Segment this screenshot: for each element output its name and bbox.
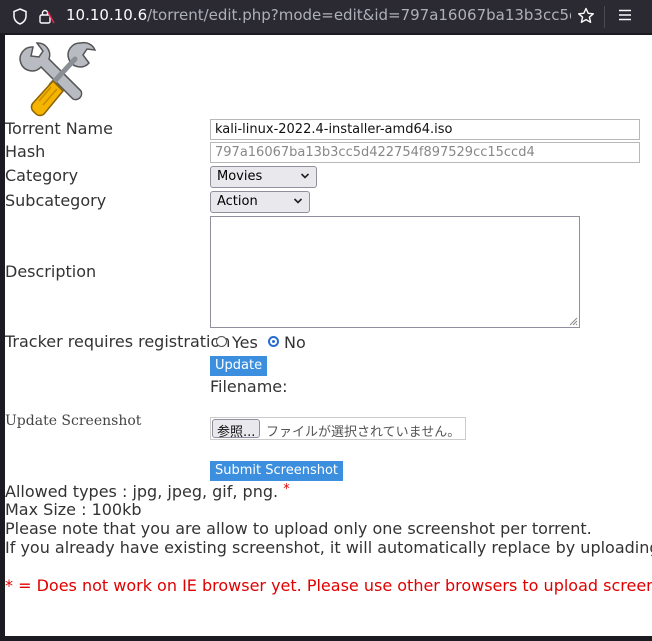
url-host: 10.10.10.6 [66, 6, 148, 24]
chevron-down-icon [300, 173, 310, 179]
description-textarea[interactable] [210, 216, 580, 328]
file-input[interactable]: 参照... ファイルが選択されていません。 [210, 417, 466, 440]
allowed-types-note: Allowed types : jpg, jpeg, gif, png. * [5, 482, 290, 501]
submit-screenshot-button[interactable]: Submit Screenshot [210, 461, 344, 481]
category-selected-value: Movies [217, 169, 263, 184]
category-select[interactable]: Movies [210, 166, 317, 188]
allowed-types-text: Allowed types : jpg, jpeg, gif, png. [5, 482, 279, 501]
wrench-screwdriver-icon [19, 41, 97, 117]
category-label: Category [5, 166, 79, 185]
chevron-down-icon [293, 198, 303, 204]
toolbar-separator [604, 6, 605, 28]
browse-button[interactable]: 参照... [212, 419, 261, 439]
filename-label: Filename: [210, 377, 288, 396]
tracker-yes-radio[interactable] [216, 336, 227, 347]
ie-warning-note: * = Does not work on IE browser yet. Ple… [5, 576, 652, 595]
no-file-text: ファイルが選択されていません。 [266, 425, 461, 440]
update-button[interactable]: Update [210, 356, 268, 376]
subcategory-label: Subcategory [5, 191, 107, 210]
tracker-no-label[interactable]: No [284, 333, 306, 352]
lock-warning-icon[interactable] [38, 8, 56, 25]
subcategory-select[interactable]: Action [210, 191, 310, 213]
hamburger-menu-icon[interactable] [617, 8, 633, 22]
max-size-note: Max Size : 100kb [5, 500, 142, 519]
shield-icon[interactable] [12, 8, 28, 25]
torrent-name-input[interactable]: kali-linux-2022.4-installer-amd64.iso [210, 119, 640, 140]
url-path: /torrent/edit.php?mode=edit&id=797a16067… [147, 6, 571, 24]
resize-grip-icon[interactable] [569, 317, 578, 326]
address-bar[interactable]: 10.10.10.6/torrent/edit.php?mode=edit&id… [66, 6, 571, 24]
one-screenshot-note: Please note that you are allow to upload… [5, 519, 592, 538]
hash-label: Hash [5, 142, 46, 161]
tracker-yes-label[interactable]: Yes [232, 333, 258, 352]
subcategory-selected-value: Action [217, 194, 258, 209]
tracker-label: Tracker requires registration [5, 332, 231, 351]
page-content: Torrent Name kali-linux-2022.4-installer… [5, 35, 652, 636]
update-screenshot-label: Update Screenshot [5, 413, 142, 429]
required-asterisk: * [283, 482, 290, 497]
replace-screenshot-note: If you already have existing screenshot,… [5, 538, 652, 557]
description-label: Description [5, 262, 97, 281]
torrent-name-label: Torrent Name [5, 119, 113, 138]
bookmark-star-icon[interactable] [577, 7, 595, 25]
hash-input[interactable]: 797a16067ba13b3cc5d422754f897529cc15ccd4 [210, 142, 640, 163]
tracker-no-radio[interactable] [268, 336, 279, 347]
browser-toolbar: 10.10.10.6/torrent/edit.php?mode=edit&id… [0, 0, 652, 33]
